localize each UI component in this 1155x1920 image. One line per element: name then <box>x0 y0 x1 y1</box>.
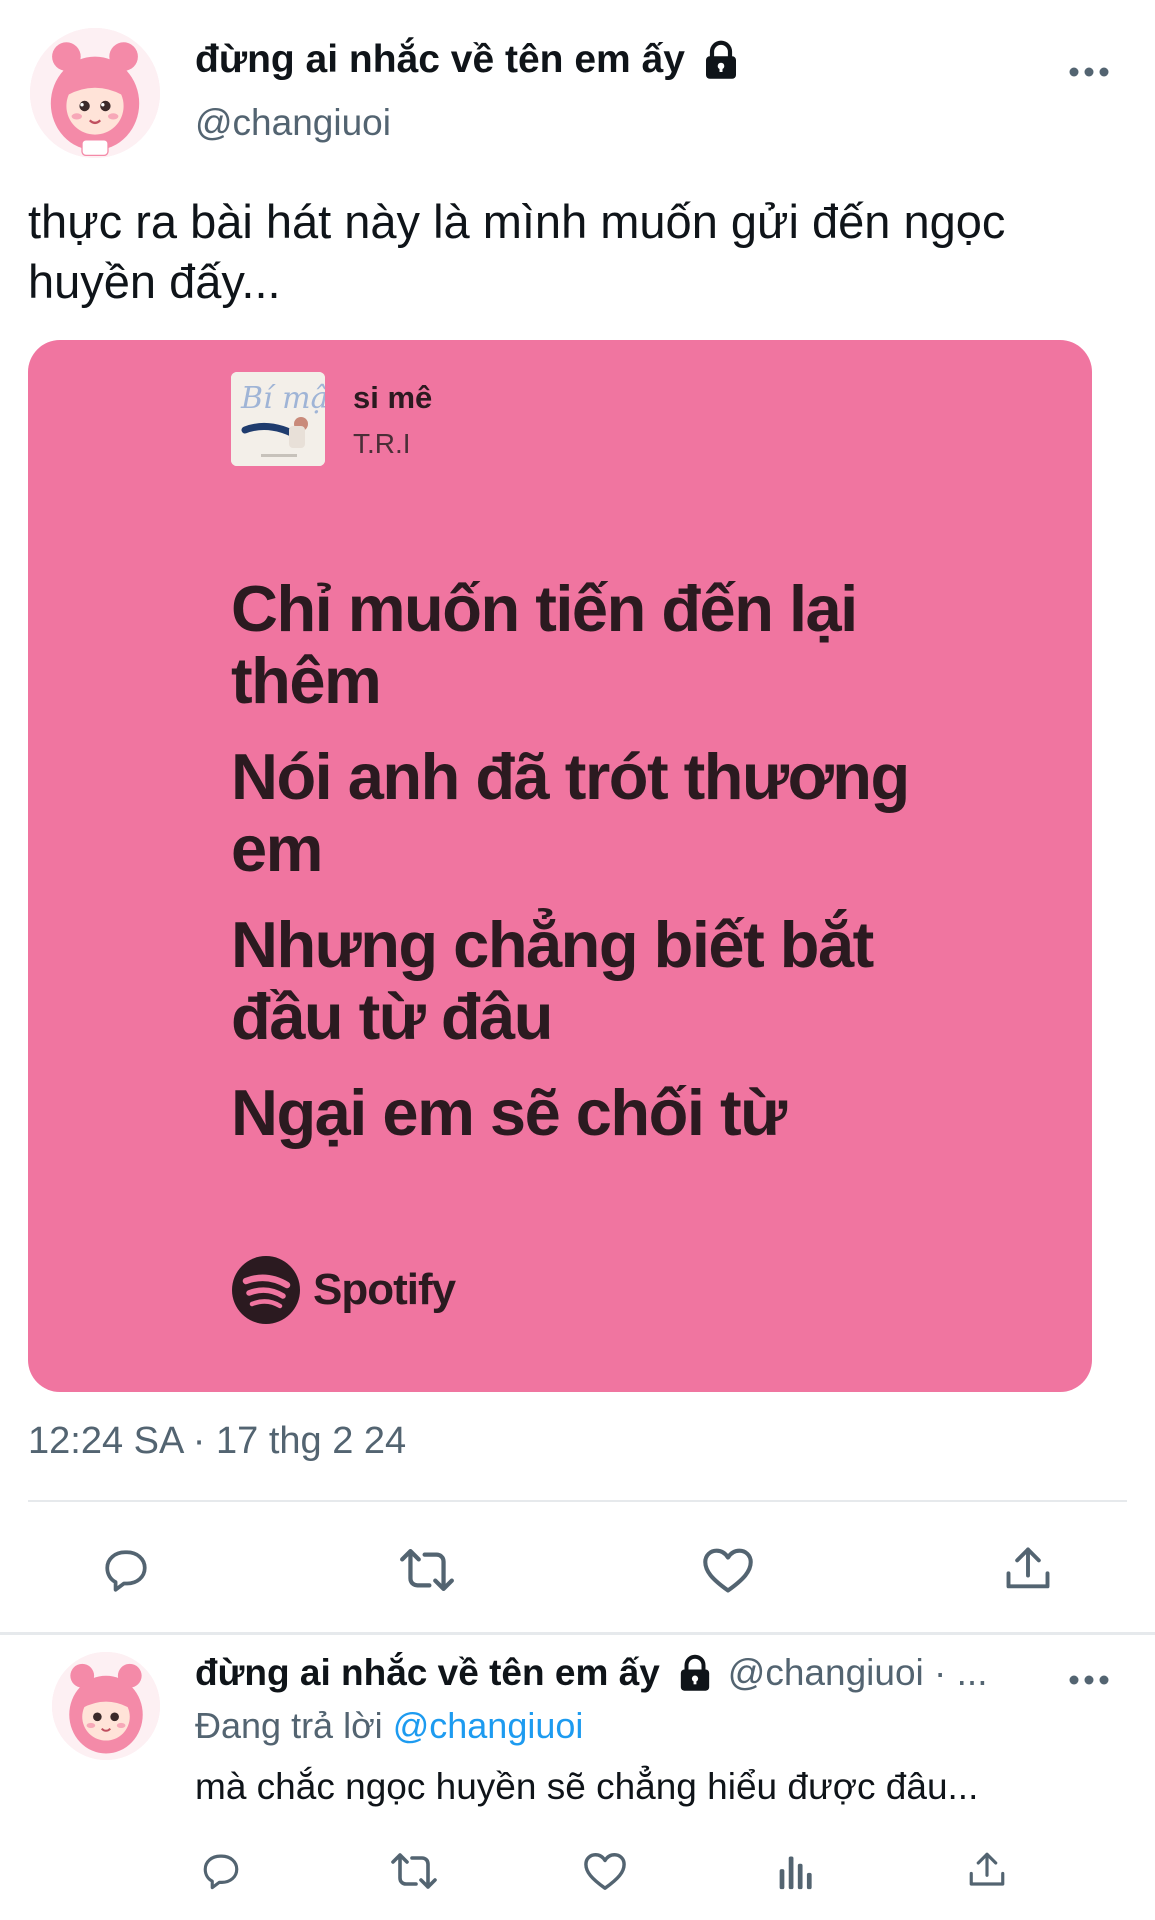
analytics-icon <box>779 1856 812 1890</box>
lock-icon <box>678 1654 712 1692</box>
reply-reply-button[interactable] <box>196 1846 246 1896</box>
reply-author-name[interactable]: đừng ai nhắc về tên em ấy <box>195 1652 660 1694</box>
retweet-icon <box>391 1853 437 1889</box>
tweet-body: thực ra bài hát này là mình muốn gửi đến… <box>28 195 1006 308</box>
like-icon <box>703 1548 753 1593</box>
lock-icon <box>703 40 739 80</box>
like-icon <box>584 1853 626 1890</box>
reply-button[interactable] <box>94 1540 158 1600</box>
share-icon <box>969 1852 1005 1886</box>
author-name-text: đừng ai nhắc về tên em ấy <box>195 38 685 81</box>
spotify-logo-icon <box>231 1255 301 1325</box>
reply-header: đừng ai nhắc về tên em ấy @changiuoi · .… <box>195 1652 1095 1694</box>
reply-retweet-button[interactable] <box>386 1846 442 1896</box>
spotify-branding: Spotify <box>231 1255 456 1325</box>
author-name[interactable]: đừng ai nhắc về tên em ấy <box>195 38 739 82</box>
song-title: si mê <box>353 380 433 415</box>
spotify-wordmark: Spotify <box>313 1265 456 1314</box>
reply-author-handle[interactable]: @changiuoi · ... <box>728 1652 988 1694</box>
song-artist: T.R.I <box>353 428 411 459</box>
reply-body: mà chắc ngọc huyền sẽ chẳng hiểu được đâ… <box>195 1766 979 1807</box>
reply-like-button[interactable] <box>580 1846 630 1896</box>
lyric-line: Nói anh đã trót thương em <box>231 740 910 885</box>
replying-prefix: Đang trả lời <box>195 1705 383 1746</box>
section-separator <box>0 1632 1155 1635</box>
share-button[interactable] <box>998 1538 1058 1600</box>
lyrics-block: Chỉ muốn tiến đến lại thêm Nói anh đã tr… <box>231 573 951 1173</box>
reply-more-options-button[interactable] <box>1061 1660 1117 1700</box>
author-handle[interactable]: @changiuoi <box>195 102 391 144</box>
tweet-timestamp[interactable]: 12:24 SA · 17 thg 2 24 <box>28 1420 406 1463</box>
more-dots-icon <box>1069 67 1109 77</box>
spotify-lyrics-card[interactable]: Bí mật si mê T.R.I Chỉ muốn tiến đến lại… <box>28 340 1092 1392</box>
replying-to-link[interactable]: @changiuoi <box>393 1705 584 1746</box>
lyric-line: Ngại em sẽ chối từ <box>231 1076 787 1149</box>
more-options-button[interactable] <box>1061 52 1117 92</box>
reply-author-avatar[interactable] <box>52 1652 160 1760</box>
like-button[interactable] <box>697 1540 759 1600</box>
share-icon <box>1006 1547 1050 1589</box>
reply-analytics-button[interactable] <box>774 1846 818 1896</box>
album-cover-image: Bí mật <box>231 372 325 466</box>
reply-icon <box>105 1550 147 1592</box>
divider <box>28 1500 1127 1502</box>
replying-to-line: Đang trả lời @changiuoi <box>195 1705 583 1747</box>
avatar-illustration <box>52 1652 160 1760</box>
tweet-detail-page: đừng ai nhắc về tên em ấy @changiuoi thự… <box>0 0 1155 1920</box>
more-dots-icon <box>1069 1675 1109 1685</box>
author-avatar[interactable] <box>30 28 160 158</box>
avatar-illustration <box>30 28 160 158</box>
lyric-line: Nhưng chẳng biết bắt đầu từ đâu <box>231 908 874 1053</box>
retweet-icon <box>400 1548 454 1592</box>
reply-share-button[interactable] <box>962 1844 1012 1896</box>
svg-text:Bí mật: Bí mật <box>240 381 325 416</box>
reply-icon <box>203 1854 239 1890</box>
retweet-button[interactable] <box>392 1540 462 1600</box>
lyric-line: Chỉ muốn tiến đến lại thêm <box>231 572 858 717</box>
